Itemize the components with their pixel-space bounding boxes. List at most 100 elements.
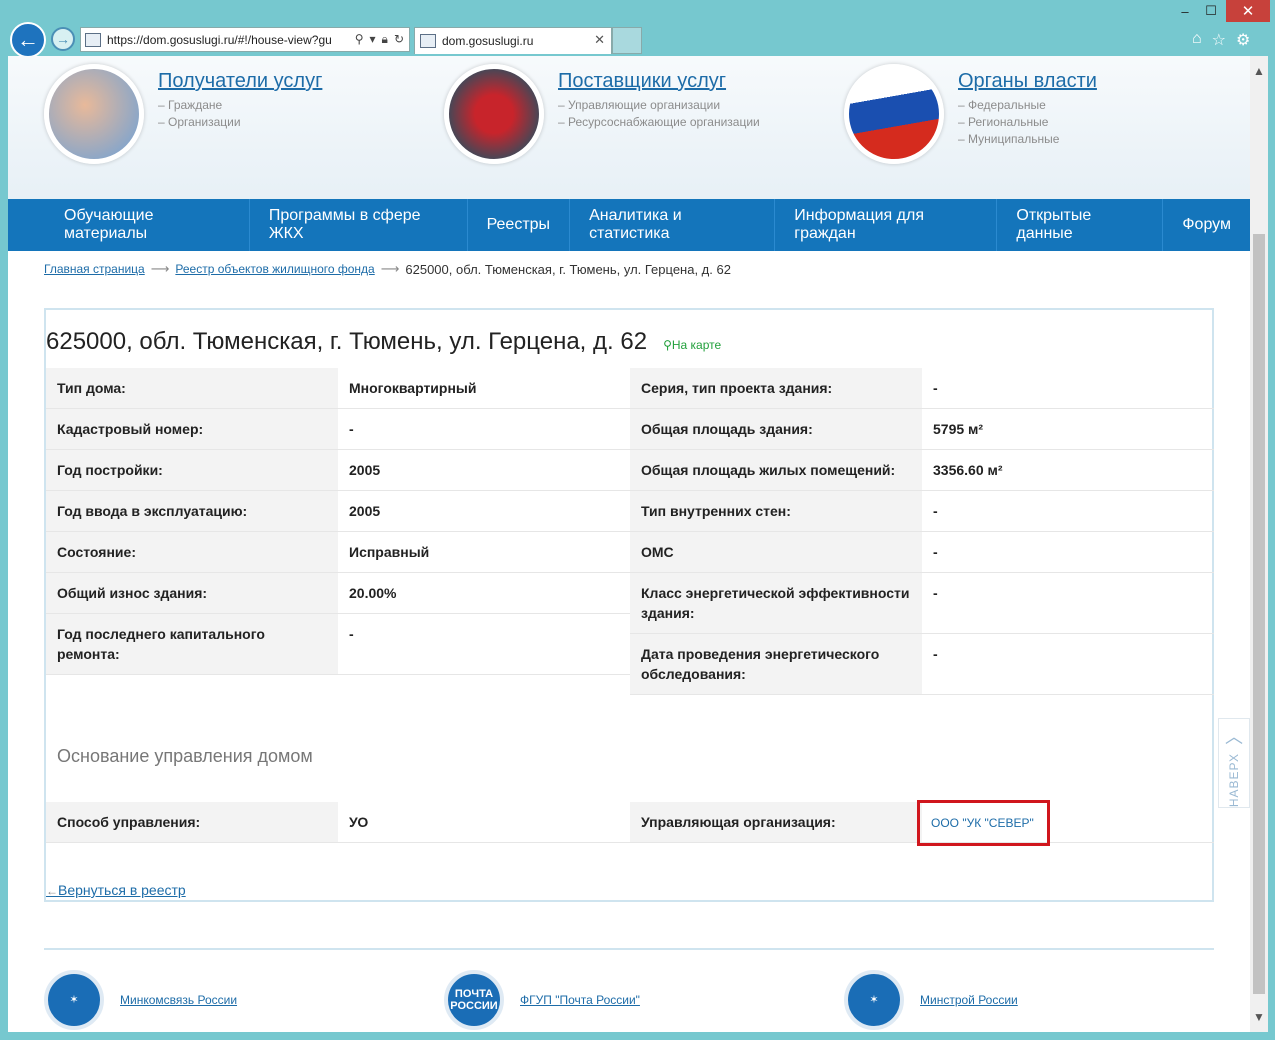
post-logo-icon: ПОЧТА РОССИИ	[444, 970, 504, 1030]
refresh-icon[interactable]: ↻	[394, 32, 404, 47]
lock-icon[interactable]: 🔒︎	[382, 32, 388, 47]
menu-item-programs[interactable]: Программы в сфере ЖКХ	[250, 199, 468, 251]
param-value: УО	[338, 802, 630, 843]
management-org-link[interactable]: ООО "УК "СЕВЕР"	[917, 800, 1050, 846]
minimize-button[interactable]: –	[1172, 0, 1198, 22]
param-value: Исправный	[338, 531, 630, 573]
authorities-title[interactable]: Органы власти	[958, 70, 1097, 93]
breadcrumb-home[interactable]: Главная страница	[44, 262, 145, 276]
scroll-thumb[interactable]	[1253, 234, 1265, 994]
persona-recipients[interactable]: Получатели услуг – Граждане – Организаци…	[44, 64, 322, 164]
forward-button[interactable]: →	[51, 27, 75, 51]
emblem-icon: ✶	[844, 970, 904, 1030]
table-row: Общая площадь здания: 5795 м²	[630, 408, 1214, 450]
table-row: Кадастровый номер: -	[46, 408, 630, 450]
menu-item-citizens-info[interactable]: Информация для граждан	[775, 199, 998, 251]
management-section-title: Основание управления домом	[57, 746, 313, 766]
maximize-button[interactable]: ☐	[1198, 0, 1224, 22]
main-menu: Обучающие материалы Программы в сфере ЖК…	[8, 199, 1250, 251]
house-params-left: Тип дома: Многоквартирный Кадастровый ном…	[46, 368, 630, 675]
param-label: Состояние:	[46, 531, 338, 573]
param-value: -	[922, 572, 1214, 634]
table-row: Тип дома: Многоквартирный	[46, 368, 630, 409]
menu-item-forum[interactable]: Форум	[1163, 199, 1250, 251]
url-text: https://dom.gosuslugi.ru/#!/house-view?g…	[107, 32, 332, 47]
table-row: Класс энергетической эффективности здани…	[630, 572, 1214, 634]
partner-minstroy[interactable]: ✶ Минстрой России	[844, 970, 1018, 1030]
to-top-label: НАВЕРХ	[1227, 753, 1241, 808]
persona-providers[interactable]: Поставщики услуг – Управляющие организац…	[444, 64, 760, 164]
providers-sub-1: – Управляющие организации	[558, 98, 721, 112]
partner-post[interactable]: ПОЧТА РОССИИ ФГУП "Почта России"	[444, 970, 640, 1030]
table-row: Общая площадь жилых помещений: 3356.60 м²	[630, 449, 1214, 491]
param-label: Год постройки:	[46, 449, 338, 491]
close-window-button[interactable]: ✕	[1226, 0, 1270, 22]
authorities-sub-2: – Региональные	[958, 115, 1049, 129]
persona-authorities[interactable]: Органы власти – Федеральные – Региональн…	[844, 64, 1097, 164]
table-row: Состояние: Исправный	[46, 531, 630, 573]
flag-image	[844, 64, 944, 164]
partner-link[interactable]: Минстрой России	[920, 993, 1018, 1007]
authorities-sub-3: – Муниципальные	[958, 132, 1060, 146]
valve-image	[444, 64, 544, 164]
gear-icon[interactable]: ⚙	[1236, 30, 1250, 50]
dropdown-icon[interactable]: ▾	[370, 32, 376, 47]
providers-sub-2: – Ресурсоснабжающие организации	[558, 115, 760, 129]
param-value: -	[922, 633, 1214, 695]
param-label: Серия, тип проекта здания:	[630, 368, 922, 409]
to-top-button[interactable]: ︿ НАВЕРХ	[1218, 718, 1250, 808]
breadcrumb-registry[interactable]: Реестр объектов жилищного фонда	[175, 262, 374, 276]
emblem-icon: ✶	[44, 970, 104, 1030]
param-label: Тип дома:	[46, 368, 338, 409]
address-bar[interactable]: https://dom.gosuslugi.ru/#!/house-view?g…	[80, 27, 410, 52]
search-icon[interactable]: ⚲	[355, 32, 364, 47]
scroll-up-icon[interactable]: ▲	[1253, 64, 1265, 78]
table-row: Тип внутренних стен: -	[630, 490, 1214, 532]
table-row: Год ввода в эксплуатацию: 2005	[46, 490, 630, 532]
new-tab-button[interactable]	[612, 27, 642, 54]
browser-tab[interactable]: dom.gosuslugi.ru ✕	[414, 27, 612, 54]
table-row: Дата проведения энергетического обследов…	[630, 633, 1214, 695]
partner-link[interactable]: Минкомсвязь России	[120, 993, 237, 1007]
menu-item-training[interactable]: Обучающие материалы	[45, 199, 250, 251]
site-icon	[85, 32, 101, 47]
recipients-title[interactable]: Получатели услуг	[158, 70, 322, 93]
providers-title[interactable]: Поставщики услуг	[558, 70, 760, 93]
tab-title: dom.gosuslugi.ru	[442, 34, 534, 48]
param-value: -	[922, 531, 1214, 573]
house-title: 625000, обл. Тюменская, г. Тюмень, ул. Г…	[46, 328, 648, 355]
param-value: -	[922, 490, 1214, 532]
breadcrumb: Главная страница ⟶ Реестр объектов жилищ…	[44, 261, 731, 277]
house-params-right: Серия, тип проекта здания: - Общая площад…	[630, 368, 1214, 695]
param-label: Управляющая организация:	[630, 802, 922, 843]
param-value: 3356.60 м²	[922, 449, 1214, 491]
param-label: Способ управления:	[46, 802, 338, 843]
param-value: 5795 м²	[922, 408, 1214, 450]
favorites-icon[interactable]: ☆	[1212, 30, 1226, 50]
home-icon[interactable]: ⌂	[1192, 30, 1202, 50]
map-link[interactable]: ⚲На карте	[663, 338, 721, 352]
back-to-registry-link[interactable]: ←Вернуться в реестр	[46, 882, 186, 898]
audience-header: Получатели услуг – Граждане – Организаци…	[8, 56, 1250, 199]
partner-minkomsvyaz[interactable]: ✶ Минкомсвязь России	[44, 970, 237, 1030]
arrow-left-icon: ←	[46, 884, 58, 898]
scrollbar[interactable]: ▲ ▼	[1250, 56, 1268, 1032]
recipients-sub-2: – Организации	[158, 115, 241, 129]
param-value: -	[922, 368, 1214, 409]
partner-link[interactable]: ФГУП "Почта России"	[520, 993, 640, 1007]
param-label: Год последнего капитального ремонта:	[46, 613, 338, 675]
menu-item-registries[interactable]: Реестры	[468, 199, 571, 251]
menu-item-analytics[interactable]: Аналитика и статистика	[570, 199, 776, 251]
arrow-icon: ⟶	[380, 261, 400, 276]
map-pin-icon: ⚲	[663, 338, 672, 352]
param-value: -	[338, 408, 630, 450]
close-tab-icon[interactable]: ✕	[594, 32, 605, 48]
param-value: Многоквартирный	[338, 368, 630, 409]
scroll-down-icon[interactable]: ▼	[1253, 1010, 1265, 1024]
table-row: ОМС -	[630, 531, 1214, 573]
breadcrumb-current: 625000, обл. Тюменская, г. Тюмень, ул. Г…	[405, 261, 731, 277]
chevron-up-icon: ︿	[1225, 727, 1243, 747]
menu-item-open-data[interactable]: Открытые данные	[997, 199, 1164, 251]
back-button[interactable]: ←	[10, 22, 46, 58]
table-row: Способ управления: УО	[46, 802, 630, 843]
